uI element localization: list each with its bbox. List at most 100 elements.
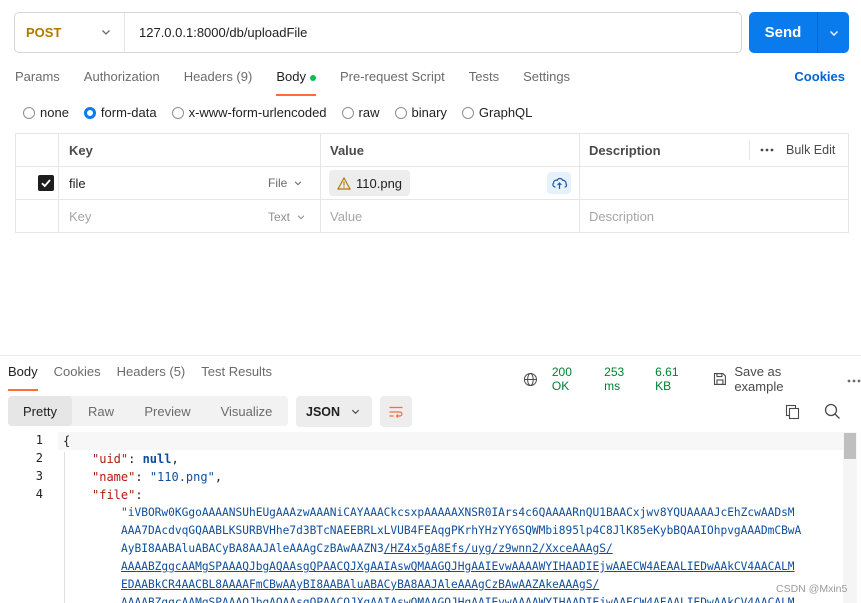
code-line-2: "uid": null, bbox=[92, 452, 179, 466]
tab-params[interactable]: Params bbox=[15, 69, 60, 96]
cloud-upload-icon bbox=[551, 177, 567, 189]
json-value: "110.png" bbox=[149, 470, 215, 484]
method-select[interactable]: POST bbox=[15, 13, 125, 52]
base64-line[interactable]: AAAABZggcAAMgSPAAAQJbgAQAAsgQPAACQJXgAAI… bbox=[121, 594, 795, 603]
save-as-example-button[interactable]: Save as example bbox=[713, 364, 833, 394]
more-horizontal-icon bbox=[760, 148, 774, 152]
file-chip[interactable]: 110.png bbox=[329, 170, 411, 196]
resp-tab-test-results[interactable]: Test Results bbox=[201, 364, 272, 391]
resp-tab-cookies[interactable]: Cookies bbox=[54, 364, 101, 391]
view-raw[interactable]: Raw bbox=[72, 396, 130, 426]
type-select: File bbox=[268, 176, 303, 190]
copy-icon[interactable] bbox=[785, 404, 800, 420]
base64-text: AyBI8AABAluABACyBA8AAJAleAAAgCzBAwAAZN3 bbox=[121, 542, 384, 555]
view-mode-bar: Pretty Raw Preview Visualize bbox=[8, 396, 288, 426]
view-pretty[interactable]: Pretty bbox=[8, 396, 72, 426]
radio-circle bbox=[23, 106, 35, 119]
form-data-table: Key Value Description Bulk Edit file Fil… bbox=[15, 133, 849, 233]
json-value: null bbox=[142, 452, 172, 466]
code-line-1: { bbox=[63, 432, 70, 450]
chevron-down-icon bbox=[351, 409, 360, 415]
resp-tab-headers[interactable]: Headers (5) bbox=[117, 364, 186, 391]
chevron-down-icon bbox=[829, 30, 838, 36]
tab-settings[interactable]: Settings bbox=[523, 69, 570, 96]
tab-body-label: Body bbox=[276, 69, 306, 84]
radio-label: binary bbox=[411, 105, 447, 120]
wrap-lines-button[interactable] bbox=[380, 396, 412, 427]
radio-circle bbox=[461, 106, 474, 119]
current-line-highlight bbox=[58, 432, 843, 450]
response-body-viewer[interactable]: 1 2 3 4 { "uid": null, "name": "110.png"… bbox=[0, 432, 861, 603]
radio-x-www-form-urlencoded[interactable]: x-www-form-urlencoded bbox=[171, 105, 327, 120]
status-code[interactable]: 200 OK bbox=[552, 365, 592, 393]
table-header-row: Key Value Description Bulk Edit bbox=[16, 134, 848, 167]
radio-label: GraphQL bbox=[478, 105, 533, 120]
send-options-button[interactable] bbox=[818, 27, 849, 39]
type-select: Text bbox=[268, 210, 306, 224]
save-as-example-label: Save as example bbox=[734, 364, 784, 394]
view-visualize[interactable]: Visualize bbox=[205, 396, 288, 426]
body-indicator-dot bbox=[309, 74, 316, 81]
base64-line[interactable]: AAAABZggcAAMgSPAAAQJbgAQAAsgQPAACQJXgAAI… bbox=[121, 558, 795, 576]
new-type-select[interactable]: Text bbox=[268, 200, 306, 233]
response-time[interactable]: 253 ms bbox=[604, 365, 643, 393]
json-key: "uid" bbox=[92, 452, 129, 466]
view-preview[interactable]: Preview bbox=[130, 396, 205, 426]
check-icon bbox=[41, 179, 51, 188]
more-options-button[interactable] bbox=[847, 372, 861, 386]
row-type-select[interactable]: File bbox=[268, 167, 303, 199]
bulk-edit-button[interactable]: Bulk Edit bbox=[760, 143, 835, 157]
request-tabs: Params Authorization Headers (9) Body Pr… bbox=[15, 69, 594, 96]
scrollbar-thumb[interactable] bbox=[844, 433, 856, 459]
upload-button[interactable] bbox=[547, 172, 571, 194]
chevron-down-icon bbox=[297, 214, 305, 219]
file-name: 110.png bbox=[356, 175, 403, 191]
radio-none[interactable]: none bbox=[23, 105, 69, 120]
radio-circle bbox=[83, 106, 96, 119]
radio-form-data[interactable]: form-data bbox=[83, 105, 157, 120]
chevron-down-icon bbox=[295, 181, 302, 186]
search-icon[interactable] bbox=[824, 403, 841, 420]
wrap-lines-icon bbox=[389, 406, 403, 418]
tab-authorization[interactable]: Authorization bbox=[84, 69, 160, 96]
tab-tests[interactable]: Tests bbox=[469, 69, 499, 96]
json-key: "file" bbox=[92, 488, 136, 502]
base64-line[interactable]: EDAABkCR4AACBL8AAAAFmCBwAAyBI8AABAluABAC… bbox=[121, 576, 599, 594]
row-key[interactable]: file bbox=[69, 167, 86, 199]
header-key: Key bbox=[69, 142, 93, 158]
header-description: Description bbox=[589, 142, 661, 158]
save-icon bbox=[714, 373, 727, 385]
bulk-edit-label: Bulk Edit bbox=[786, 143, 836, 157]
tab-body[interactable]: Body bbox=[276, 69, 316, 96]
radio-raw[interactable]: raw bbox=[341, 105, 380, 120]
globe-icon[interactable] bbox=[523, 372, 538, 387]
table-row-empty: Key Text Value Description bbox=[16, 200, 848, 233]
resp-tab-body[interactable]: Body bbox=[8, 364, 38, 391]
warning-icon bbox=[337, 176, 351, 190]
type-label: Text bbox=[268, 209, 291, 224]
cookies-link[interactable]: Cookies bbox=[794, 69, 845, 84]
open-brace: { bbox=[63, 434, 71, 448]
base64-link[interactable]: /HZ4x5gA8Efs/uyg/z9wnn2/XxceAAAgS/ bbox=[384, 542, 613, 555]
response-tabs: Body Cookies Headers (5) Test Results bbox=[8, 364, 288, 391]
send-button[interactable]: Send bbox=[749, 24, 817, 41]
new-value-input[interactable]: Value bbox=[330, 200, 362, 233]
response-size[interactable]: 6.61 KB bbox=[655, 365, 697, 393]
new-key-input[interactable]: Key bbox=[69, 200, 91, 233]
radio-graphql[interactable]: GraphQL bbox=[461, 105, 533, 120]
header-value: Value bbox=[330, 142, 364, 158]
tab-pre-request-script[interactable]: Pre-request Script bbox=[340, 69, 445, 96]
tab-headers[interactable]: Headers (9) bbox=[184, 69, 253, 96]
new-description-input[interactable]: Description bbox=[589, 200, 654, 233]
vertical-scrollbar[interactable] bbox=[843, 432, 857, 603]
line-number: 2 bbox=[35, 451, 43, 465]
body-type-radios: none form-data x-www-form-urlencoded raw… bbox=[23, 105, 547, 120]
radio-binary[interactable]: binary bbox=[394, 105, 447, 120]
column-divider bbox=[749, 140, 750, 160]
format-select[interactable]: JSON bbox=[296, 396, 372, 427]
response-divider[interactable] bbox=[0, 355, 861, 356]
radio-circle bbox=[171, 106, 184, 119]
row-enabled-checkbox[interactable] bbox=[38, 175, 54, 191]
url-input[interactable]: 127.0.0.1:8000/db/uploadFile bbox=[125, 13, 741, 52]
base64-line: AyBI8AABAluABACyBA8AAJAleAAAgCzBAwAAZN3/… bbox=[121, 540, 613, 558]
